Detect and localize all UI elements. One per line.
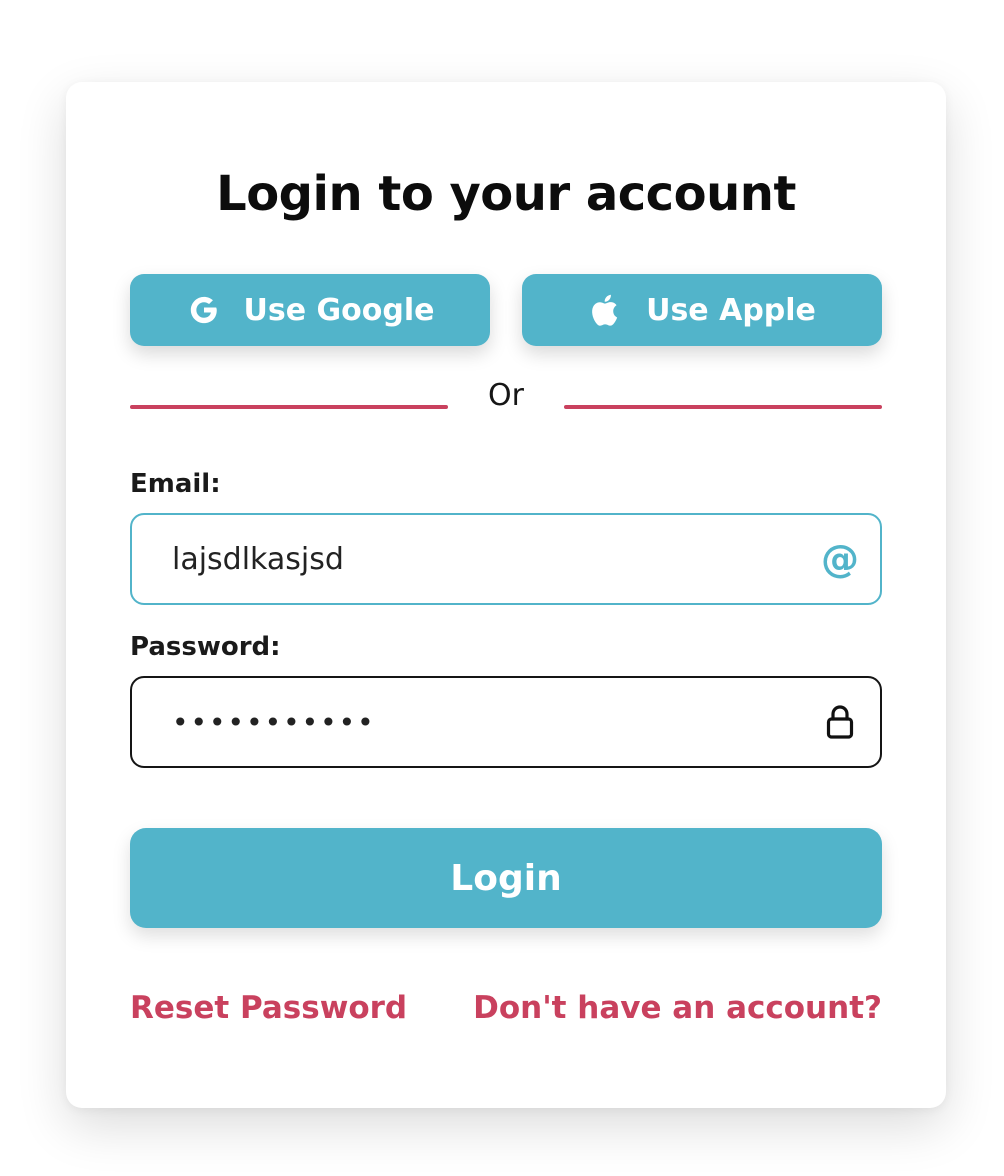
- email-field-wrapper: @: [130, 513, 882, 605]
- divider-line-left: [130, 405, 448, 409]
- divider-line-right: [564, 405, 882, 409]
- use-google-label: Use Google: [243, 292, 435, 328]
- use-google-button[interactable]: Use Google: [130, 274, 490, 346]
- login-card: Login to your account Use Google Use App…: [66, 82, 946, 1108]
- password-field-wrapper: [130, 676, 882, 768]
- use-apple-label: Use Apple: [646, 292, 816, 328]
- signup-link[interactable]: Don't have an account?: [473, 988, 882, 1028]
- login-button[interactable]: Login: [130, 828, 882, 928]
- email-label: Email:: [130, 469, 221, 499]
- email-field[interactable]: [172, 515, 792, 603]
- at-sign-icon: @: [821, 537, 859, 581]
- password-label: Password:: [130, 632, 281, 662]
- lock-icon: [818, 700, 862, 744]
- password-field[interactable]: [172, 678, 792, 766]
- reset-password-link[interactable]: Reset Password: [130, 988, 407, 1028]
- apple-icon: [588, 292, 624, 328]
- page-title: Login to your account: [216, 166, 796, 222]
- use-apple-button[interactable]: Use Apple: [522, 274, 882, 346]
- divider-or-text: Or: [488, 378, 524, 413]
- google-icon: [186, 292, 222, 328]
